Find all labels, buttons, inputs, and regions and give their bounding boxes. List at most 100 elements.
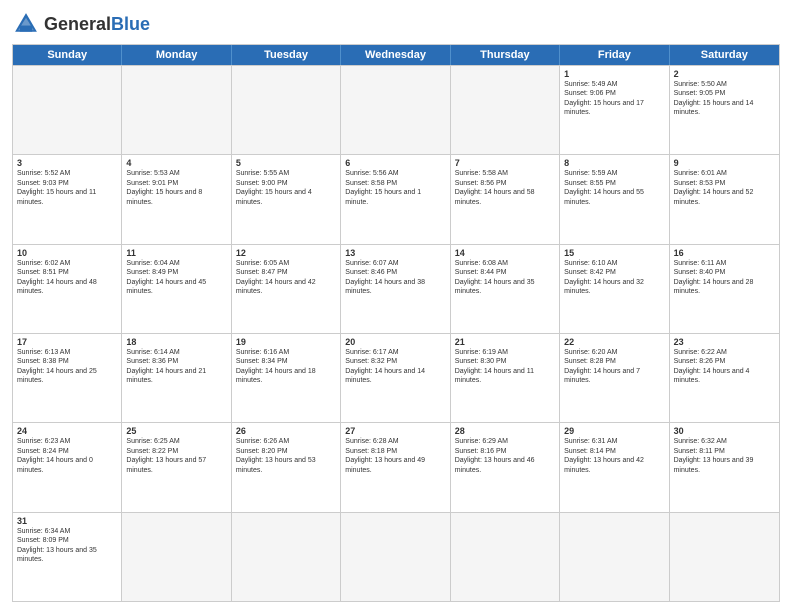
calendar-row-4: 24Sunrise: 6:23 AM Sunset: 8:24 PM Dayli… — [13, 422, 779, 511]
header-day-wednesday: Wednesday — [341, 45, 450, 65]
calendar-cell-r5c2 — [232, 513, 341, 601]
calendar-cell-r4c1: 25Sunrise: 6:25 AM Sunset: 8:22 PM Dayli… — [122, 423, 231, 511]
calendar-cell-r1c6: 9Sunrise: 6:01 AM Sunset: 8:53 PM Daylig… — [670, 155, 779, 243]
page: GeneralBlue SundayMondayTuesdayWednesday… — [0, 0, 792, 612]
day-number: 10 — [17, 248, 117, 258]
day-number: 2 — [674, 69, 775, 79]
day-number: 20 — [345, 337, 445, 347]
calendar-cell-r1c3: 6Sunrise: 5:56 AM Sunset: 8:58 PM Daylig… — [341, 155, 450, 243]
day-info: Sunrise: 5:59 AM Sunset: 8:55 PM Dayligh… — [564, 169, 664, 207]
day-info: Sunrise: 6:22 AM Sunset: 8:26 PM Dayligh… — [674, 348, 775, 386]
calendar-row-0: 1Sunrise: 5:49 AM Sunset: 9:06 PM Daylig… — [13, 65, 779, 154]
calendar-row-1: 3Sunrise: 5:52 AM Sunset: 9:03 PM Daylig… — [13, 154, 779, 243]
day-info: Sunrise: 6:16 AM Sunset: 8:34 PM Dayligh… — [236, 348, 336, 386]
day-info: Sunrise: 6:13 AM Sunset: 8:38 PM Dayligh… — [17, 348, 117, 386]
calendar-row-3: 17Sunrise: 6:13 AM Sunset: 8:38 PM Dayli… — [13, 333, 779, 422]
day-info: Sunrise: 5:53 AM Sunset: 9:01 PM Dayligh… — [126, 169, 226, 207]
day-number: 14 — [455, 248, 555, 258]
calendar-row-5: 31Sunrise: 6:34 AM Sunset: 8:09 PM Dayli… — [13, 512, 779, 601]
header-day-friday: Friday — [560, 45, 669, 65]
day-info: Sunrise: 5:56 AM Sunset: 8:58 PM Dayligh… — [345, 169, 445, 207]
day-info: Sunrise: 6:17 AM Sunset: 8:32 PM Dayligh… — [345, 348, 445, 386]
calendar-cell-r2c6: 16Sunrise: 6:11 AM Sunset: 8:40 PM Dayli… — [670, 245, 779, 333]
header: GeneralBlue — [12, 10, 780, 38]
day-info: Sunrise: 5:55 AM Sunset: 9:00 PM Dayligh… — [236, 169, 336, 207]
calendar-cell-r0c6: 2Sunrise: 5:50 AM Sunset: 9:05 PM Daylig… — [670, 66, 779, 154]
day-number: 23 — [674, 337, 775, 347]
calendar-cell-r0c0 — [13, 66, 122, 154]
day-number: 31 — [17, 516, 117, 526]
header-day-thursday: Thursday — [451, 45, 560, 65]
day-number: 6 — [345, 158, 445, 168]
day-number: 12 — [236, 248, 336, 258]
calendar-cell-r0c4 — [451, 66, 560, 154]
day-number: 28 — [455, 426, 555, 436]
calendar-cell-r1c2: 5Sunrise: 5:55 AM Sunset: 9:00 PM Daylig… — [232, 155, 341, 243]
calendar-cell-r1c0: 3Sunrise: 5:52 AM Sunset: 9:03 PM Daylig… — [13, 155, 122, 243]
calendar-cell-r5c1 — [122, 513, 231, 601]
day-info: Sunrise: 6:05 AM Sunset: 8:47 PM Dayligh… — [236, 259, 336, 297]
day-info: Sunrise: 6:10 AM Sunset: 8:42 PM Dayligh… — [564, 259, 664, 297]
calendar-cell-r3c6: 23Sunrise: 6:22 AM Sunset: 8:26 PM Dayli… — [670, 334, 779, 422]
logo-text: GeneralBlue — [44, 14, 150, 35]
day-info: Sunrise: 6:31 AM Sunset: 8:14 PM Dayligh… — [564, 437, 664, 475]
day-info: Sunrise: 6:28 AM Sunset: 8:18 PM Dayligh… — [345, 437, 445, 475]
day-info: Sunrise: 6:34 AM Sunset: 8:09 PM Dayligh… — [17, 527, 117, 565]
day-number: 19 — [236, 337, 336, 347]
day-number: 15 — [564, 248, 664, 258]
day-number: 17 — [17, 337, 117, 347]
day-info: Sunrise: 6:23 AM Sunset: 8:24 PM Dayligh… — [17, 437, 117, 475]
calendar-cell-r4c2: 26Sunrise: 6:26 AM Sunset: 8:20 PM Dayli… — [232, 423, 341, 511]
calendar-cell-r1c5: 8Sunrise: 5:59 AM Sunset: 8:55 PM Daylig… — [560, 155, 669, 243]
calendar-cell-r3c3: 20Sunrise: 6:17 AM Sunset: 8:32 PM Dayli… — [341, 334, 450, 422]
day-info: Sunrise: 5:58 AM Sunset: 8:56 PM Dayligh… — [455, 169, 555, 207]
header-day-tuesday: Tuesday — [232, 45, 341, 65]
calendar-cell-r4c0: 24Sunrise: 6:23 AM Sunset: 8:24 PM Dayli… — [13, 423, 122, 511]
calendar-cell-r1c4: 7Sunrise: 5:58 AM Sunset: 8:56 PM Daylig… — [451, 155, 560, 243]
calendar-cell-r3c2: 19Sunrise: 6:16 AM Sunset: 8:34 PM Dayli… — [232, 334, 341, 422]
header-day-monday: Monday — [122, 45, 231, 65]
day-info: Sunrise: 6:29 AM Sunset: 8:16 PM Dayligh… — [455, 437, 555, 475]
day-number: 30 — [674, 426, 775, 436]
calendar-cell-r3c0: 17Sunrise: 6:13 AM Sunset: 8:38 PM Dayli… — [13, 334, 122, 422]
day-number: 27 — [345, 426, 445, 436]
calendar-cell-r3c4: 21Sunrise: 6:19 AM Sunset: 8:30 PM Dayli… — [451, 334, 560, 422]
day-number: 25 — [126, 426, 226, 436]
calendar-cell-r1c1: 4Sunrise: 5:53 AM Sunset: 9:01 PM Daylig… — [122, 155, 231, 243]
calendar: SundayMondayTuesdayWednesdayThursdayFrid… — [12, 44, 780, 602]
day-info: Sunrise: 6:19 AM Sunset: 8:30 PM Dayligh… — [455, 348, 555, 386]
day-number: 1 — [564, 69, 664, 79]
day-number: 24 — [17, 426, 117, 436]
calendar-cell-r2c0: 10Sunrise: 6:02 AM Sunset: 8:51 PM Dayli… — [13, 245, 122, 333]
day-number: 3 — [17, 158, 117, 168]
calendar-cell-r4c6: 30Sunrise: 6:32 AM Sunset: 8:11 PM Dayli… — [670, 423, 779, 511]
day-info: Sunrise: 5:50 AM Sunset: 9:05 PM Dayligh… — [674, 80, 775, 118]
day-info: Sunrise: 6:25 AM Sunset: 8:22 PM Dayligh… — [126, 437, 226, 475]
calendar-cell-r5c5 — [560, 513, 669, 601]
day-number: 22 — [564, 337, 664, 347]
logo: GeneralBlue — [12, 10, 150, 38]
day-number: 5 — [236, 158, 336, 168]
calendar-header: SundayMondayTuesdayWednesdayThursdayFrid… — [13, 45, 779, 65]
day-number: 18 — [126, 337, 226, 347]
calendar-cell-r3c1: 18Sunrise: 6:14 AM Sunset: 8:36 PM Dayli… — [122, 334, 231, 422]
calendar-row-2: 10Sunrise: 6:02 AM Sunset: 8:51 PM Dayli… — [13, 244, 779, 333]
day-number: 13 — [345, 248, 445, 258]
day-info: Sunrise: 6:14 AM Sunset: 8:36 PM Dayligh… — [126, 348, 226, 386]
calendar-cell-r5c3 — [341, 513, 450, 601]
day-info: Sunrise: 6:11 AM Sunset: 8:40 PM Dayligh… — [674, 259, 775, 297]
calendar-cell-r5c4 — [451, 513, 560, 601]
day-number: 26 — [236, 426, 336, 436]
logo-icon — [12, 10, 40, 38]
day-info: Sunrise: 6:04 AM Sunset: 8:49 PM Dayligh… — [126, 259, 226, 297]
calendar-cell-r0c5: 1Sunrise: 5:49 AM Sunset: 9:06 PM Daylig… — [560, 66, 669, 154]
calendar-cell-r4c5: 29Sunrise: 6:31 AM Sunset: 8:14 PM Dayli… — [560, 423, 669, 511]
day-number: 8 — [564, 158, 664, 168]
header-day-saturday: Saturday — [670, 45, 779, 65]
day-number: 4 — [126, 158, 226, 168]
calendar-cell-r2c1: 11Sunrise: 6:04 AM Sunset: 8:49 PM Dayli… — [122, 245, 231, 333]
calendar-cell-r0c2 — [232, 66, 341, 154]
day-number: 16 — [674, 248, 775, 258]
day-number: 9 — [674, 158, 775, 168]
header-day-sunday: Sunday — [13, 45, 122, 65]
